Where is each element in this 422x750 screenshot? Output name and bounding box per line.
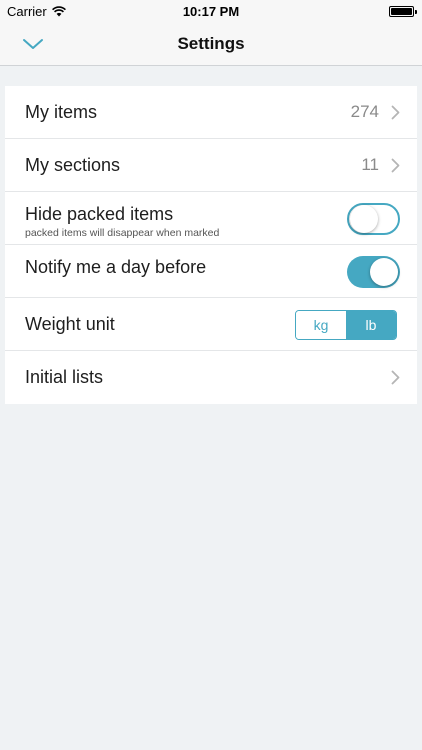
- chevron-right-icon: [391, 105, 400, 120]
- page-title: Settings: [177, 34, 245, 53]
- notify-label: Notify me a day before: [25, 257, 207, 277]
- settings-list: My items 274 My sections 11 Hide packed …: [5, 86, 417, 404]
- my-items-row[interactable]: My items 274: [5, 86, 417, 139]
- weight-unit-label: Weight unit: [25, 313, 115, 334]
- chevron-right-icon: [391, 158, 400, 173]
- my-items-count: 274: [350, 102, 379, 121]
- weight-unit-lb[interactable]: lb: [346, 311, 396, 339]
- toggle-knob: [350, 205, 378, 233]
- initial-lists-label: Initial lists: [25, 367, 104, 387]
- my-sections-count: 11: [361, 155, 379, 174]
- chevron-right-icon: [391, 370, 400, 385]
- battery-icon: [389, 6, 417, 17]
- my-sections-row[interactable]: My sections 11: [5, 139, 417, 192]
- toggle-knob: [370, 258, 398, 286]
- navigation-bar: Settings: [0, 22, 422, 66]
- weight-unit-row: Weight unit kg lb: [5, 298, 417, 351]
- status-bar: Carrier 10:17 PM: [0, 0, 422, 22]
- my-sections-label: My sections: [25, 154, 121, 175]
- hide-packed-row: Hide packed items packed items will disa…: [5, 192, 417, 245]
- notify-toggle[interactable]: [347, 256, 400, 288]
- hide-packed-description: packed items will disappear when marked: [25, 227, 220, 239]
- my-items-label: My items: [25, 101, 97, 122]
- initial-lists-row[interactable]: Initial lists: [5, 351, 417, 404]
- hide-packed-label: Hide packed items: [25, 204, 174, 224]
- notify-row: Notify me a day before: [5, 245, 417, 298]
- weight-unit-selector: kg lb: [295, 310, 397, 340]
- weight-unit-kg[interactable]: kg: [296, 311, 346, 339]
- status-time: 10:17 PM: [182, 4, 240, 19]
- hide-packed-toggle[interactable]: [347, 203, 400, 235]
